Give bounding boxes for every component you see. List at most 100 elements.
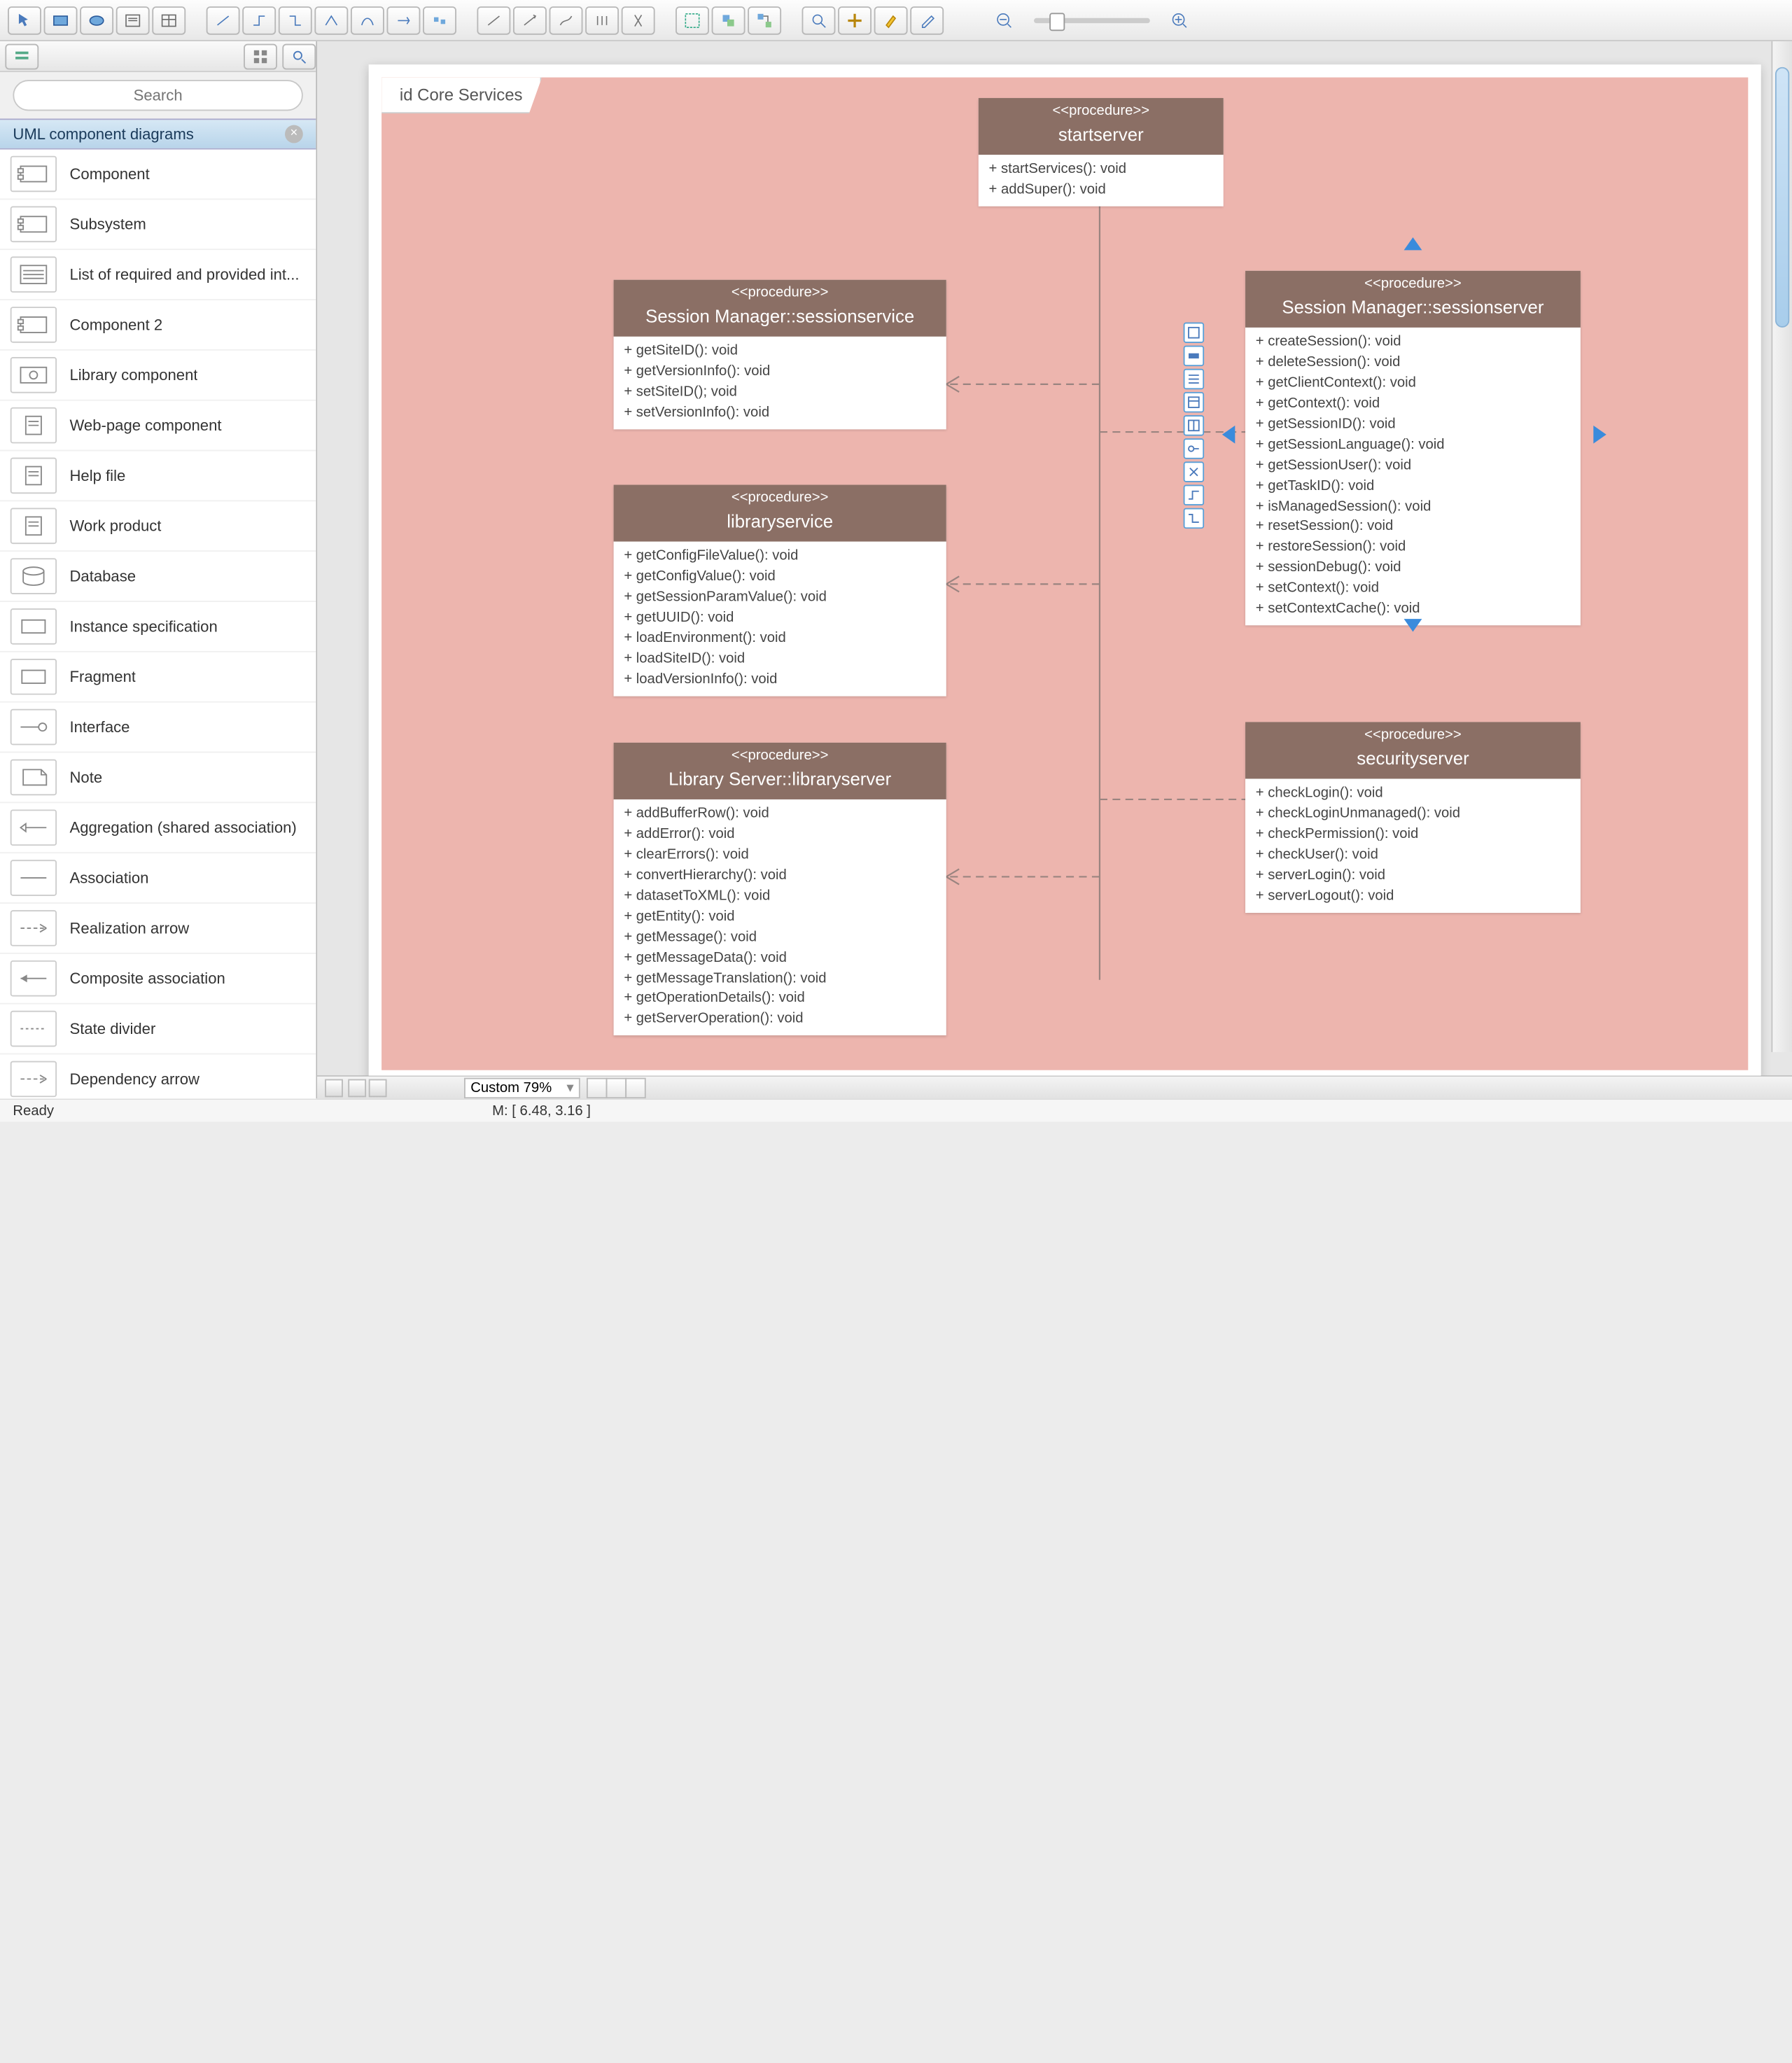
library-item[interactable]: Association [0,853,316,904]
library-item[interactable]: Component 2 [0,300,316,351]
library-item[interactable]: Instance specification [0,602,316,652]
library-search-input[interactable] [13,80,302,111]
uml-method: + restoreSession(): void [1256,538,1570,559]
tool-line-5[interactable] [622,6,655,34]
canvas-scroll[interactable]: id Core Services [317,41,1792,1075]
tool-zoom-fit[interactable] [802,6,836,34]
zoom-slider[interactable] [1034,18,1150,22]
library-thumb-icon [10,960,57,997]
uml-method: + isManagedSession(): void [1256,497,1570,517]
library-item[interactable]: Interface [0,703,316,753]
library-item[interactable]: Subsystem [0,200,316,250]
library-thumb-icon [10,558,57,594]
tool-line-3[interactable] [550,6,583,34]
tool-line-4[interactable] [585,6,619,34]
library-item[interactable]: Help file [0,452,316,502]
library-search-button[interactable] [282,43,316,69]
scroll-right-button[interactable] [369,1079,387,1097]
library-toggle-button[interactable] [5,43,38,69]
tool-connector-2[interactable] [242,6,276,34]
sel-tool-4[interactable] [1184,392,1204,412]
library-item[interactable]: Composite association [0,954,316,1005]
sel-tool-7[interactable] [1184,461,1204,482]
close-icon[interactable]: × [285,125,303,144]
uml-libraryserver[interactable]: <<procedure>>Library Server::libraryserv… [614,743,946,1036]
uml-method: + getSessionLanguage(): void [1256,435,1570,456]
tool-ellipse[interactable] [80,6,113,34]
resize-handle-w-icon[interactable] [1222,426,1235,444]
tool-connector-4[interactable] [314,6,348,34]
resize-handle-n-icon[interactable] [1404,237,1422,250]
tool-connector-5[interactable] [351,6,384,34]
zoom-out-button[interactable] [988,6,1021,34]
zoom-in-button[interactable] [1163,6,1196,34]
tool-pointer[interactable] [8,6,41,34]
resize-handle-e-icon[interactable] [1593,426,1606,444]
tool-text[interactable] [116,6,150,34]
library-item[interactable]: Component [0,150,316,200]
library-thumb-icon [10,156,57,193]
library-thumb-icon [10,709,57,746]
tool-connector-6[interactable] [387,6,421,34]
tool-table[interactable] [152,6,186,34]
zoom-level-select[interactable]: Custom 79%▾ [464,1077,580,1098]
tool-group-1[interactable] [676,6,709,34]
library-item-label: Library component [69,366,197,384]
uml-sessionservice[interactable]: <<procedure>>Session Manager::sessionser… [614,280,946,429]
library-item[interactable]: Library component [0,351,316,401]
tool-line-2[interactable] [513,6,547,34]
uml-method: + addBufferRow(): void [624,804,936,825]
uml-method: + serverLogout(): void [1256,887,1570,907]
sel-tool-9[interactable] [1184,508,1204,529]
tool-connector-3[interactable] [279,6,312,34]
library-thumb-icon [10,659,57,695]
sel-tool-2[interactable] [1184,346,1204,366]
library-item[interactable]: Note [0,753,316,804]
tool-eyedrop[interactable] [910,6,944,34]
uml-libraryservice[interactable]: <<procedure>>libraryservice + getConfigF… [614,484,946,695]
library-item[interactable]: Aggregation (shared association) [0,803,316,853]
scroll-pause-button[interactable] [325,1079,343,1097]
uml-sessionserver[interactable]: <<procedure>>Session Manager::sessionser… [1245,271,1581,626]
uml-method: + setVersionInfo(): void [624,403,936,424]
uml-startserver[interactable]: <<procedure>>startserver + startServices… [979,98,1224,206]
scroll-left-button[interactable] [348,1079,366,1097]
canvas-page[interactable]: id Core Services [369,64,1761,1075]
sel-tool-8[interactable] [1184,484,1204,505]
library-item[interactable]: Work product [0,501,316,552]
tool-line-1[interactable] [477,6,510,34]
tool-highlight[interactable] [874,6,908,34]
tool-group-2[interactable] [712,6,746,34]
sel-tool-3[interactable] [1184,369,1204,389]
tool-connector-1[interactable] [206,6,240,34]
tool-rect[interactable] [44,6,78,34]
sel-tool-5[interactable] [1184,415,1204,435]
library-item[interactable]: Realization arrow [0,904,316,954]
status-bar: Ready M: [ 6.48, 3.16 ] [0,1098,1792,1121]
library-item[interactable]: State divider [0,1005,316,1055]
library-item[interactable]: Web-page component [0,401,316,452]
uml-method: + loadVersionInfo(): void [624,670,936,690]
library-item[interactable]: Dependency arrow [0,1055,316,1099]
resize-handle-s-icon[interactable] [1404,619,1422,631]
tool-pan[interactable] [838,6,872,34]
uml-securityserver[interactable]: <<procedure>>securityserver + checkLogin… [1245,722,1581,912]
uml-method: + getSessionUser(): void [1256,456,1570,476]
vertical-scrollbar[interactable] [1772,41,1792,1052]
sel-tool-1[interactable] [1184,322,1204,342]
tool-connector-7[interactable] [423,6,456,34]
library-grid-view[interactable] [244,43,277,69]
library-section-header[interactable]: UML component diagrams × [0,118,316,149]
library-item[interactable]: Database [0,552,316,602]
view-mode-3[interactable] [625,1077,645,1098]
tool-group-3[interactable] [748,6,781,34]
uml-method: + checkPermission(): void [1256,825,1570,845]
library-item[interactable]: Fragment [0,652,316,703]
uml-method: + convertHierarchy(): void [624,866,936,886]
library-item[interactable]: List of required and provided int... [0,250,316,300]
view-mode-2[interactable] [606,1077,626,1098]
sel-tool-6[interactable] [1184,438,1204,459]
library-thumb-icon [10,307,57,343]
view-mode-1[interactable] [587,1077,607,1098]
library-item-label: List of required and provided int... [69,265,299,284]
